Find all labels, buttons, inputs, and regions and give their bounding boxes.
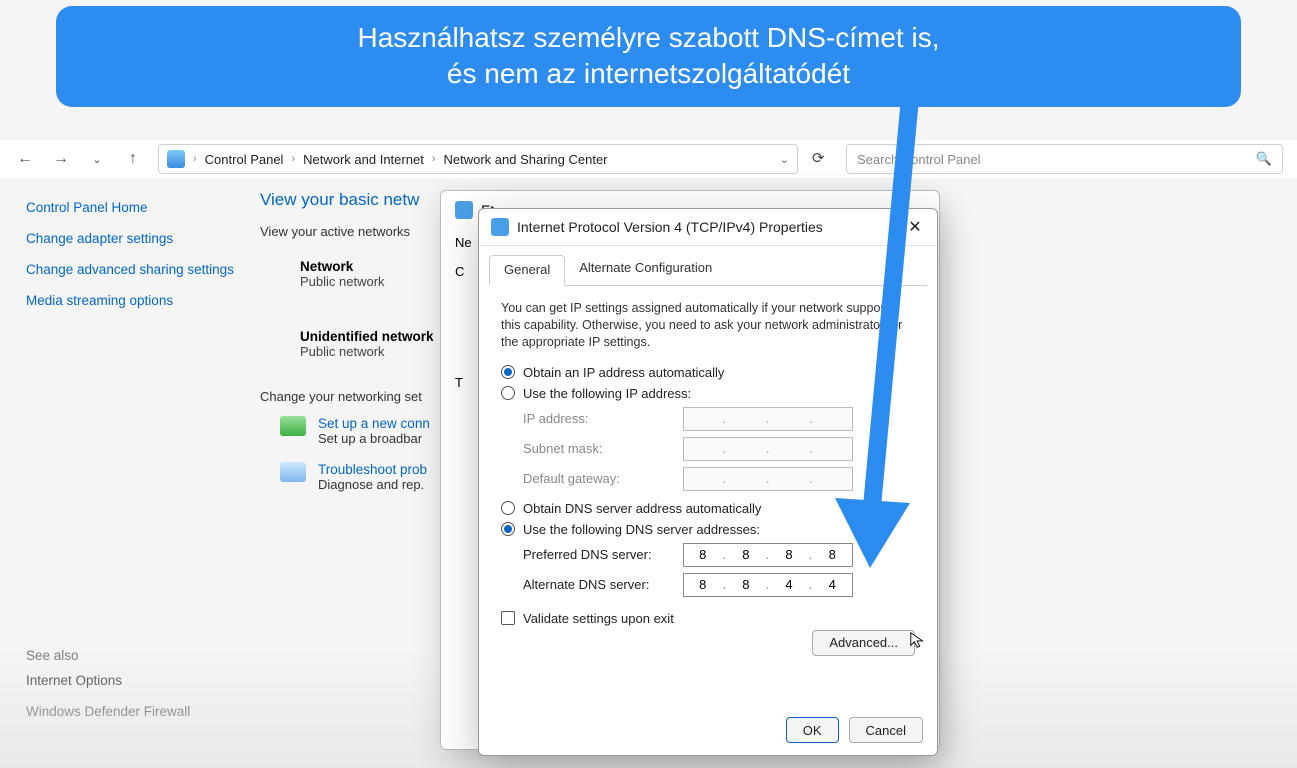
gateway-label: Default gateway: <box>523 471 683 486</box>
radio-label: Use the following DNS server addresses: <box>523 522 760 537</box>
preferred-dns-input[interactable]: 8. 8. 8. 8 <box>683 543 853 567</box>
setup-connection-icon <box>280 416 306 436</box>
control-panel-icon <box>167 150 185 168</box>
ipv4-properties-dialog: Internet Protocol Version 4 (TCP/IPv4) P… <box>478 208 938 756</box>
callout-line2: és nem az internetszolgáltatódét <box>96 56 1201 92</box>
chevron-icon: › <box>193 153 197 165</box>
radio-label: Obtain DNS server address automatically <box>523 501 761 516</box>
search-input[interactable]: Search Control Panel 🔍 <box>846 144 1283 174</box>
refresh-button[interactable]: ⟳ <box>812 149 832 169</box>
ip-address-label: IP address: <box>523 411 683 426</box>
chevron-icon: › <box>291 153 295 165</box>
cancel-button[interactable]: Cancel <box>849 717 923 743</box>
up-button[interactable]: ↑ <box>122 148 144 170</box>
troubleshoot-link[interactable]: Troubleshoot prob <box>318 462 427 477</box>
subnet-label: Subnet mask: <box>523 441 683 456</box>
preferred-dns-label: Preferred DNS server: <box>523 547 683 562</box>
dialog-description: You can get IP settings assigned automat… <box>501 300 915 351</box>
checkbox-label: Validate settings upon exit <box>523 611 674 626</box>
tab-general[interactable]: General <box>489 255 565 286</box>
chevron-icon: › <box>432 153 436 165</box>
sidebar-link[interactable]: Change advanced sharing settings <box>26 262 236 277</box>
ok-button[interactable]: OK <box>786 717 839 743</box>
tab-alternate[interactable]: Alternate Configuration <box>565 254 726 285</box>
validate-checkbox-row[interactable]: Validate settings upon exit <box>501 611 915 626</box>
search-icon: 🔍 <box>1256 151 1272 167</box>
breadcrumb-item[interactable]: Network and Sharing Center <box>443 152 607 167</box>
setup-connection-link[interactable]: Set up a new conn <box>318 416 430 431</box>
task-desc: Set up a broadbar <box>318 431 430 446</box>
network-icon <box>491 218 509 236</box>
callout-banner: Használhatsz személyre szabott DNS-címet… <box>56 6 1241 107</box>
dialog-title: Internet Protocol Version 4 (TCP/IPv4) P… <box>517 219 897 235</box>
cursor-icon <box>909 631 927 649</box>
radio-ip-auto[interactable]: Obtain an IP address automatically <box>501 365 915 380</box>
sidebar-link[interactable]: Media streaming options <box>26 293 236 308</box>
radio-icon <box>501 386 515 400</box>
advanced-button[interactable]: Advanced... <box>812 630 915 656</box>
radio-label: Obtain an IP address automatically <box>523 365 724 380</box>
callout-line1: Használhatsz személyre szabott DNS-címet… <box>96 20 1201 56</box>
radio-label: Use the following IP address: <box>523 386 691 401</box>
forward-button[interactable]: → <box>50 148 72 170</box>
breadcrumb-item[interactable]: Network and Internet <box>303 152 424 167</box>
radio-dns-auto[interactable]: Obtain DNS server address automatically <box>501 501 915 516</box>
gateway-input: ... <box>683 467 853 491</box>
troubleshoot-icon <box>280 462 306 482</box>
radio-icon <box>501 522 515 536</box>
back-button[interactable]: ← <box>14 148 36 170</box>
search-placeholder: Search Control Panel <box>857 152 981 167</box>
network-icon <box>455 201 473 219</box>
alternate-dns-label: Alternate DNS server: <box>523 577 683 592</box>
radio-dns-manual[interactable]: Use the following DNS server addresses: <box>501 522 915 537</box>
breadcrumb[interactable]: › Control Panel › Network and Internet ›… <box>158 144 798 174</box>
close-button[interactable]: ✕ <box>905 217 925 237</box>
radio-ip-manual[interactable]: Use the following IP address: <box>501 386 915 401</box>
breadcrumb-item[interactable]: Control Panel <box>205 152 284 167</box>
subnet-input: ... <box>683 437 853 461</box>
checkbox-icon <box>501 611 515 625</box>
control-panel-home-link[interactable]: Control Panel Home <box>26 200 236 215</box>
ip-address-input: ... <box>683 407 853 431</box>
sidebar-link[interactable]: Change adapter settings <box>26 231 236 246</box>
task-desc: Diagnose and rep. <box>318 477 427 492</box>
radio-icon <box>501 501 515 515</box>
alternate-dns-input[interactable]: 8. 8. 4. 4 <box>683 573 853 597</box>
recent-dropdown[interactable]: ⌄ <box>86 148 108 170</box>
radio-icon <box>501 365 515 379</box>
toolbar: ← → ⌄ ↑ › Control Panel › Network and In… <box>0 140 1297 178</box>
chevron-down-icon[interactable]: ⌄ <box>780 153 789 166</box>
